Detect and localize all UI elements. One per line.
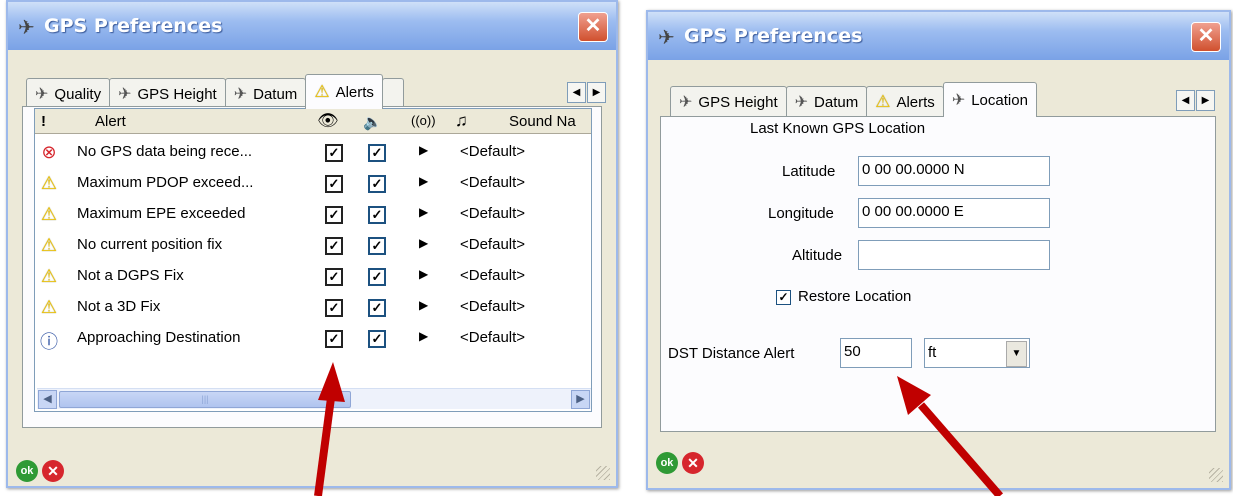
tab-label: Alerts	[335, 83, 374, 101]
warning-icon: ⚠	[314, 82, 330, 101]
satellite-icon: ✈	[951, 92, 966, 109]
tab-location[interactable]: ✈ Location	[942, 82, 1037, 117]
arrow-to-dst-field	[897, 376, 1004, 496]
annotation-arrows	[314, 362, 1004, 496]
tab-label: Location	[971, 91, 1028, 109]
tab-alerts[interactable]: ⚠ Alerts	[305, 74, 383, 109]
arrow-to-checkbox-column	[314, 362, 345, 496]
